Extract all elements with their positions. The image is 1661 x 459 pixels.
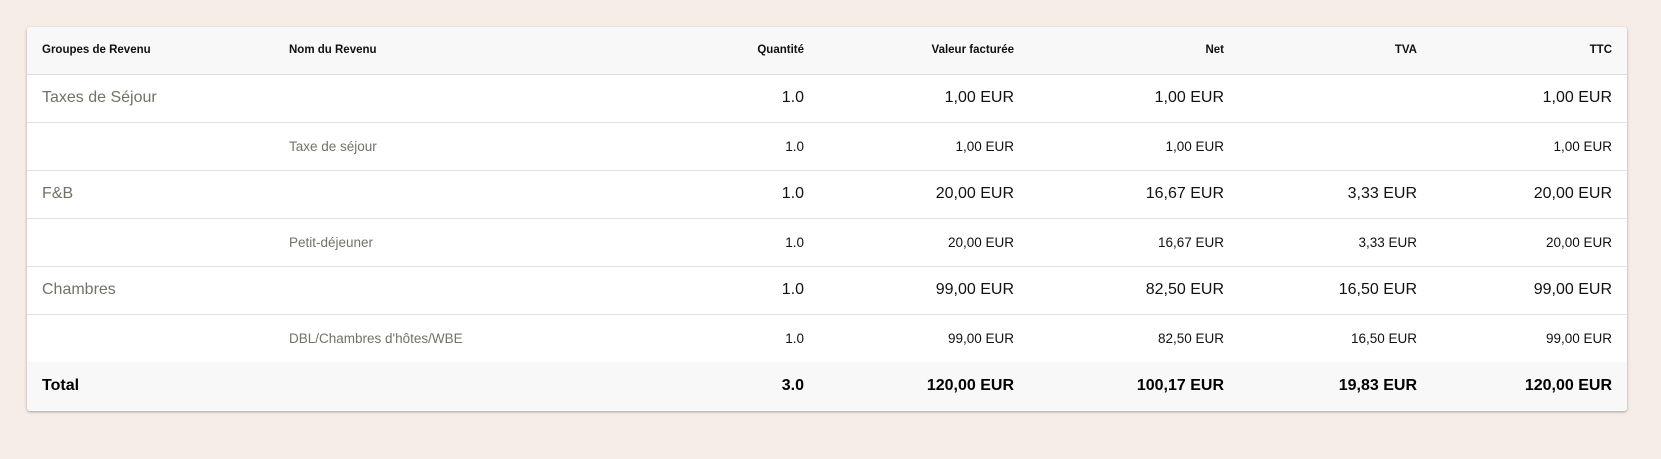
total-net: 100,17 EUR bbox=[1136, 377, 1224, 394]
cell-group: Taxes de Séjour bbox=[27, 74, 274, 123]
revenue-table-card: Groupes de Revenu Nom du Revenu Quantité… bbox=[27, 27, 1627, 411]
cell-vat: 16,50 EUR bbox=[1350, 330, 1417, 346]
table-row-item[interactable]: DBL/Chambres d'hôtes/WBE 1.0 99,00 EUR 8… bbox=[27, 314, 1627, 362]
total-vat: 19,83 EUR bbox=[1338, 377, 1417, 394]
total-label: Total bbox=[42, 377, 80, 394]
cell-net: 82,50 EUR bbox=[1157, 330, 1224, 346]
column-header-net[interactable]: Net bbox=[1029, 27, 1239, 75]
cell-quantity: 1.0 bbox=[574, 218, 819, 267]
cell-quantity: 1.0 bbox=[574, 122, 819, 171]
cell-group: Chambres bbox=[27, 266, 274, 315]
total-name-empty bbox=[274, 362, 574, 410]
table-header-row: Groupes de Revenu Nom du Revenu Quantité… bbox=[27, 27, 1627, 75]
total-quantity: 3.0 bbox=[781, 377, 804, 394]
cell-net: 1,00 EUR bbox=[1029, 122, 1239, 171]
cell-net: 16,67 EUR bbox=[1029, 218, 1239, 267]
cell-ttc: 99,00 EUR bbox=[1432, 266, 1627, 315]
column-header-billed-value[interactable]: Valeur facturée bbox=[819, 27, 1029, 75]
cell-group: F&B bbox=[27, 170, 274, 219]
table-row-group[interactable]: F&B 1.0 20,00 EUR 16,67 EUR 3,33 EUR 20,… bbox=[27, 170, 1627, 219]
cell-billed: 1,00 EUR bbox=[819, 122, 1029, 171]
table-row-group[interactable]: Taxes de Séjour 1.0 1,00 EUR 1,00 EUR 1,… bbox=[27, 74, 1627, 123]
cell-name bbox=[274, 266, 574, 315]
column-header-vat[interactable]: TVA bbox=[1239, 27, 1432, 75]
table-row-item[interactable]: Petit-déjeuner 1.0 20,00 EUR 16,67 EUR 3… bbox=[27, 218, 1627, 267]
cell-ttc: 99,00 EUR bbox=[1545, 330, 1612, 346]
cell-vat: 16,50 EUR bbox=[1239, 266, 1432, 315]
cell-billed: 20,00 EUR bbox=[819, 170, 1029, 219]
cell-ttc: 1,00 EUR bbox=[1432, 74, 1627, 123]
cell-billed: 99,00 EUR bbox=[947, 330, 1014, 346]
cell-group bbox=[27, 122, 274, 171]
total-ttc: 120,00 EUR bbox=[1524, 377, 1612, 394]
cell-group bbox=[27, 218, 274, 267]
cell-quantity: 1.0 bbox=[574, 170, 819, 219]
cell-name: Petit-déjeuner bbox=[274, 218, 574, 267]
cell-name: Taxe de séjour bbox=[274, 122, 574, 171]
column-header-group[interactable]: Groupes de Revenu bbox=[27, 27, 274, 75]
column-header-ttc[interactable]: TTC bbox=[1432, 27, 1627, 75]
revenue-table: Groupes de Revenu Nom du Revenu Quantité… bbox=[27, 27, 1627, 410]
table-total-row: Total 3.0 120,00 EUR 100,17 EUR 19,83 EU… bbox=[27, 362, 1627, 410]
table-row-item[interactable]: Taxe de séjour 1.0 1,00 EUR 1,00 EUR 1,0… bbox=[27, 122, 1627, 171]
cell-name bbox=[274, 74, 574, 123]
cell-quantity: 1.0 bbox=[574, 266, 819, 315]
cell-ttc: 20,00 EUR bbox=[1432, 170, 1627, 219]
cell-net: 16,67 EUR bbox=[1029, 170, 1239, 219]
cell-net: 1,00 EUR bbox=[1029, 74, 1239, 123]
table-row-group[interactable]: Chambres 1.0 99,00 EUR 82,50 EUR 16,50 E… bbox=[27, 266, 1627, 315]
column-header-name[interactable]: Nom du Revenu bbox=[274, 27, 574, 75]
cell-ttc: 20,00 EUR bbox=[1432, 218, 1627, 267]
cell-vat: 3,33 EUR bbox=[1239, 218, 1432, 267]
cell-vat: 3,33 EUR bbox=[1239, 170, 1432, 219]
total-billed: 120,00 EUR bbox=[926, 377, 1014, 394]
column-header-quantity[interactable]: Quantité bbox=[574, 27, 819, 75]
cell-billed: 20,00 EUR bbox=[819, 218, 1029, 267]
cell-name bbox=[274, 170, 574, 219]
cell-ttc: 1,00 EUR bbox=[1432, 122, 1627, 171]
cell-vat bbox=[1239, 122, 1432, 171]
cell-quantity: 1.0 bbox=[785, 330, 804, 346]
cell-quantity: 1.0 bbox=[574, 74, 819, 123]
cell-name: DBL/Chambres d'hôtes/WBE bbox=[289, 330, 463, 346]
cell-group bbox=[27, 314, 274, 362]
cell-vat bbox=[1239, 74, 1432, 123]
cell-net: 82,50 EUR bbox=[1029, 266, 1239, 315]
cell-billed: 99,00 EUR bbox=[819, 266, 1029, 315]
cell-billed: 1,00 EUR bbox=[819, 74, 1029, 123]
